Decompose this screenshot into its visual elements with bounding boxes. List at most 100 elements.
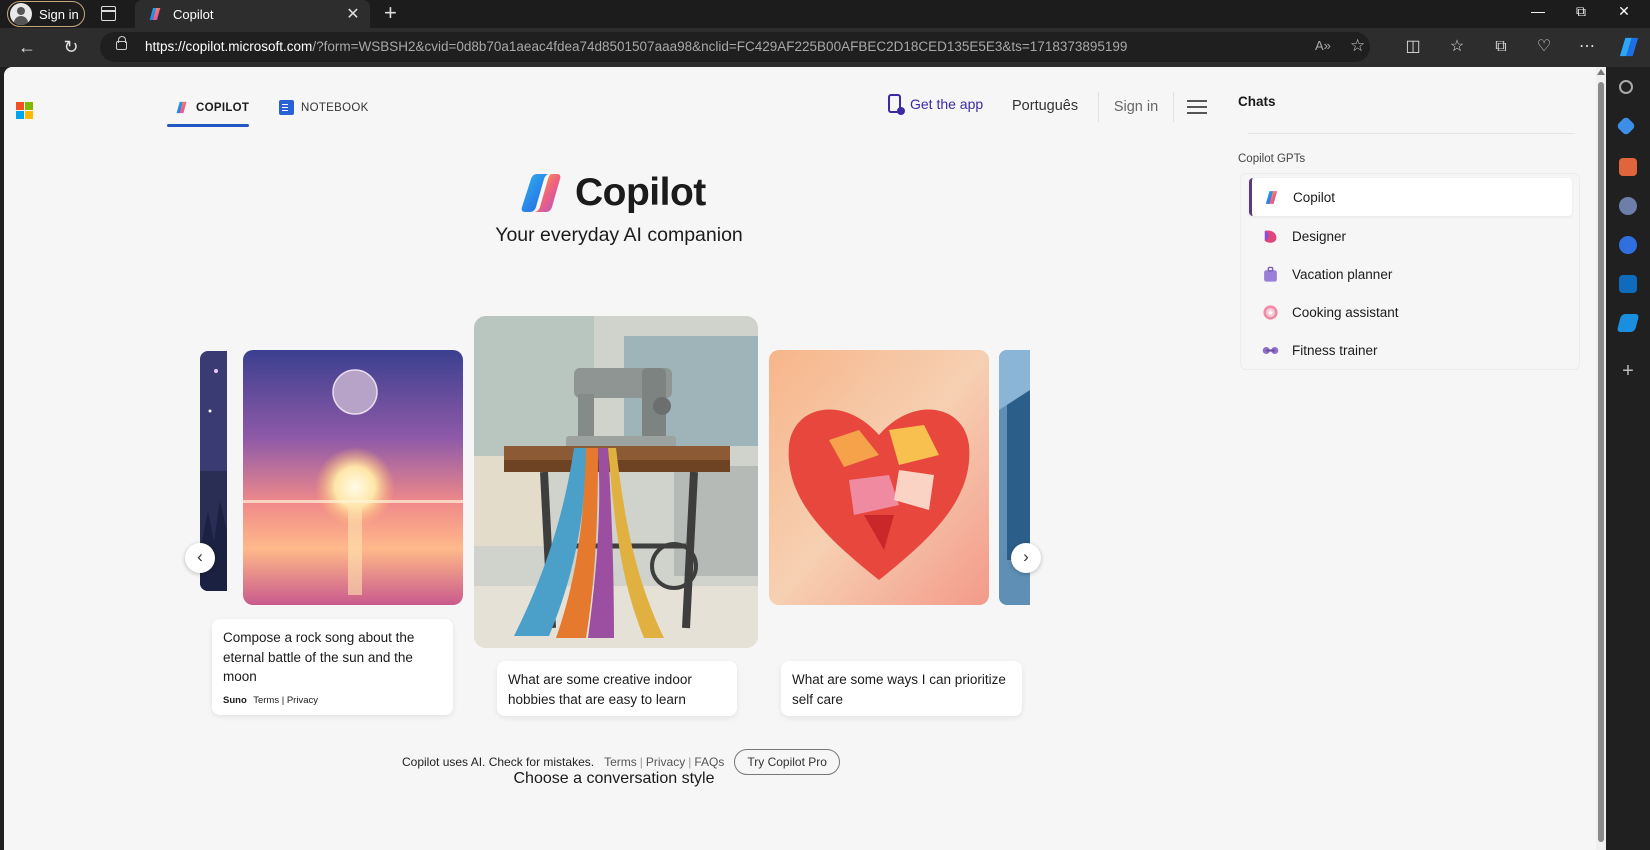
gpt-item-designer[interactable]: Designer xyxy=(1249,217,1572,255)
gpt-item-label: Vacation planner xyxy=(1292,266,1393,282)
card-1-attribution: Suno Terms | Privacy xyxy=(223,694,318,706)
separator: | xyxy=(688,755,692,769)
page-scrollbar[interactable] xyxy=(1596,67,1606,850)
edge-copilot-icon[interactable] xyxy=(1617,36,1641,58)
terms-link[interactable]: Terms xyxy=(604,755,637,769)
conversation-style-heading: Choose a conversation style xyxy=(513,770,715,787)
designer-icon xyxy=(1264,230,1277,243)
more-options-icon[interactable]: ⋯ xyxy=(1577,37,1597,57)
shopping-tag-icon[interactable] xyxy=(1616,116,1636,136)
search-icon[interactable] xyxy=(1619,80,1633,94)
gpt-item-label: Fitness trainer xyxy=(1292,342,1378,358)
copilot-logo xyxy=(521,174,561,212)
drop-icon[interactable] xyxy=(1616,314,1640,332)
menu-icon[interactable] xyxy=(1187,100,1207,114)
tab-notebook-label: NOTEBOOK xyxy=(301,101,369,114)
avatar-icon xyxy=(10,3,32,25)
donut-icon xyxy=(1263,304,1278,320)
carousel-prev-button[interactable]: ‹ xyxy=(185,543,215,573)
card-3-prompt: What are some ways I can prioritize self… xyxy=(792,672,1006,707)
url-path: /?form=WSBSH2&cvid=0d8b70a1aeac4fdea74d8… xyxy=(312,39,1128,54)
tab-title: Copilot xyxy=(173,6,214,22)
profile-button[interactable]: Sign in xyxy=(7,1,85,27)
hero-title-text: Copilot xyxy=(575,171,706,214)
carousel-card-2[interactable]: What are some creative indoor hobbies th… xyxy=(497,661,737,716)
restore-icon[interactable]: ⧉ xyxy=(1561,3,1601,20)
language-selector[interactable]: Português xyxy=(1012,98,1078,114)
tab-actions-icon[interactable] xyxy=(101,6,116,21)
browser-toolbar: ← ↻ https://copilot.microsoft.com/?form=… xyxy=(0,28,1650,67)
copilot-favicon-icon xyxy=(149,8,161,20)
gpt-item-label: Designer xyxy=(1292,228,1347,244)
scrollbar-thumb[interactable] xyxy=(1598,82,1604,842)
active-tab-indicator xyxy=(167,124,249,127)
lock-icon xyxy=(116,36,127,50)
page-viewport: COPILOT NOTEBOOK Get the app Português S… xyxy=(4,67,1606,850)
split-screen-icon[interactable]: ◫ xyxy=(1403,37,1423,57)
url-domain: https://copilot.microsoft.com xyxy=(145,39,313,54)
sign-in-button[interactable]: Sign in xyxy=(1098,92,1174,122)
card-1-prompt: Compose a rock song about the eternal ba… xyxy=(223,630,415,684)
gpt-list: Copilot Designer Vacation planner Cookin… xyxy=(1240,173,1580,370)
hero-title: Copilot xyxy=(521,171,706,215)
gpt-item-label: Cooking assistant xyxy=(1292,304,1399,320)
add-sidebar-app-icon[interactable]: + xyxy=(1619,361,1637,381)
gpt-item-fitness-trainer[interactable]: Fitness trainer xyxy=(1249,331,1572,369)
suitcase-icon xyxy=(1264,266,1277,282)
carousel-card-1[interactable]: Compose a rock song about the eternal ba… xyxy=(212,619,453,715)
carousel-next-button[interactable]: › xyxy=(1011,543,1041,573)
separator: | xyxy=(639,755,643,769)
close-tab-icon[interactable]: ✕ xyxy=(342,4,364,24)
profile-label: Sign in xyxy=(39,6,79,22)
browser-title-bar: Sign in Copilot ✕ + — ⧉ ✕ xyxy=(0,0,1650,28)
faqs-link[interactable]: FAQs xyxy=(694,755,724,769)
gpt-item-vacation-planner[interactable]: Vacation planner xyxy=(1249,255,1572,293)
browser-essentials-icon[interactable]: ♡ xyxy=(1534,37,1554,57)
chats-title: Chats xyxy=(1238,94,1276,109)
close-window-icon[interactable]: ✕ xyxy=(1604,3,1644,20)
divider xyxy=(1248,133,1575,134)
scroll-up-arrow-icon[interactable] xyxy=(1597,69,1605,75)
collections-icon[interactable]: ⧉ xyxy=(1491,37,1511,57)
notebook-icon xyxy=(279,100,294,115)
copilot-icon xyxy=(1265,190,1278,204)
address-bar[interactable]: https://copilot.microsoft.com/?form=WSBS… xyxy=(100,32,1370,62)
hero-subtitle: Your everyday AI companion xyxy=(495,224,743,246)
gpt-item-copilot[interactable]: Copilot xyxy=(1249,178,1572,216)
read-aloud-icon[interactable]: A» xyxy=(1315,38,1331,53)
refresh-icon[interactable]: ↻ xyxy=(59,36,83,58)
url-text: https://copilot.microsoft.com/?form=WSBS… xyxy=(145,39,1127,54)
tab-copilot[interactable]: COPILOT xyxy=(174,100,249,115)
microsoft-logo[interactable] xyxy=(16,102,33,119)
get-the-app-link[interactable]: Get the app xyxy=(888,94,983,115)
copilot-gpts-title: Copilot GPTs xyxy=(1238,153,1306,165)
privacy-link[interactable]: Privacy xyxy=(646,755,685,769)
card-image-sewing-machine[interactable] xyxy=(474,316,758,648)
tab-copilot-label: COPILOT xyxy=(196,101,250,114)
edge-sidebar: + xyxy=(1606,67,1650,850)
dumbbell-icon xyxy=(1262,346,1279,354)
suno-privacy-link[interactable]: Privacy xyxy=(287,695,318,706)
carousel-card-3[interactable]: What are some ways I can prioritize self… xyxy=(781,661,1022,716)
card-image-sunset[interactable] xyxy=(243,350,463,605)
gpt-item-cooking-assistant[interactable]: Cooking assistant xyxy=(1249,293,1572,331)
outlook-icon[interactable] xyxy=(1619,275,1637,293)
suno-brand: Suno xyxy=(223,694,247,706)
back-icon[interactable]: ← xyxy=(15,36,39,58)
favorites-icon[interactable]: ☆ xyxy=(1447,37,1467,57)
ai-disclaimer: Copilot uses AI. Check for mistakes. xyxy=(402,755,595,769)
new-tab-icon[interactable]: + xyxy=(384,1,397,25)
card-image-heart[interactable] xyxy=(769,350,989,605)
microsoft-365-icon[interactable] xyxy=(1619,236,1637,254)
gpt-item-label: Copilot xyxy=(1293,189,1336,205)
games-icon[interactable] xyxy=(1619,197,1637,215)
suno-terms-link[interactable]: Terms xyxy=(253,695,279,706)
favorite-star-icon[interactable]: ☆ xyxy=(1350,36,1365,56)
card-2-prompt: What are some creative indoor hobbies th… xyxy=(508,672,692,707)
phone-icon xyxy=(888,94,905,115)
tab-notebook[interactable]: NOTEBOOK xyxy=(279,100,369,115)
browser-tab-copilot[interactable]: Copilot ✕ xyxy=(135,0,370,28)
copilot-icon xyxy=(176,101,187,114)
tools-icon[interactable] xyxy=(1619,158,1637,176)
minimize-icon[interactable]: — xyxy=(1518,3,1558,19)
